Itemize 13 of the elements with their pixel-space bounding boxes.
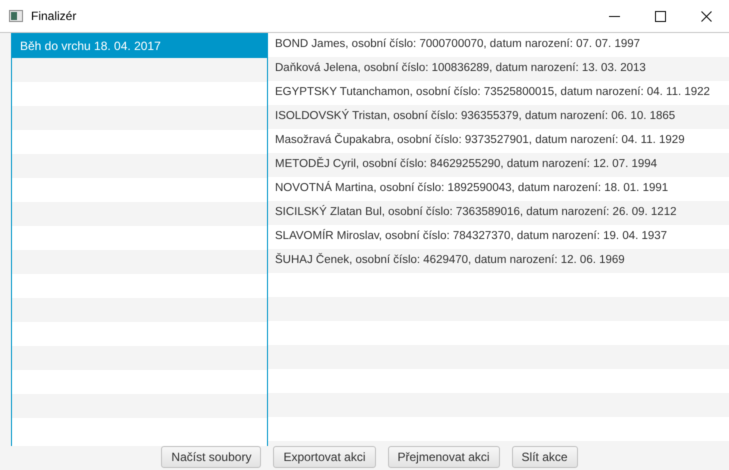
participant-item[interactable]: SICILSKÝ Zlatan Bul, osobní číslo: 7363589016, datum narození: 26. 09. 1212 (268, 201, 729, 225)
participant-item[interactable]: METODĚJ Cyril, osobní číslo: 84629255290, datum narození: 12. 07. 1994 (268, 153, 729, 177)
action-button[interactable]: Načíst soubory (161, 446, 262, 468)
window-title: Finalizér (31, 8, 76, 25)
action-button[interactable]: Slít akce (512, 446, 578, 468)
app-icon (9, 10, 23, 22)
maximize-icon (654, 10, 666, 22)
participant-item[interactable]: ISOLDOVSKÝ Tristan, osobní číslo: 936355379, datum narození: 06. 10. 1865 (268, 105, 729, 129)
participant-item[interactable]: Daňková Jelena, osobní číslo: 100836289, datum narození: 13. 03. 2013 (268, 57, 729, 81)
action-button[interactable]: Exportovat akci (273, 446, 376, 468)
participant-item[interactable]: ŠUHAJ Čenek, osobní číslo: 4629470, datum narození: 12. 06. 1969 (268, 249, 729, 273)
close-icon (700, 10, 712, 22)
action-button[interactable]: Přejmenovat akci (388, 446, 500, 468)
